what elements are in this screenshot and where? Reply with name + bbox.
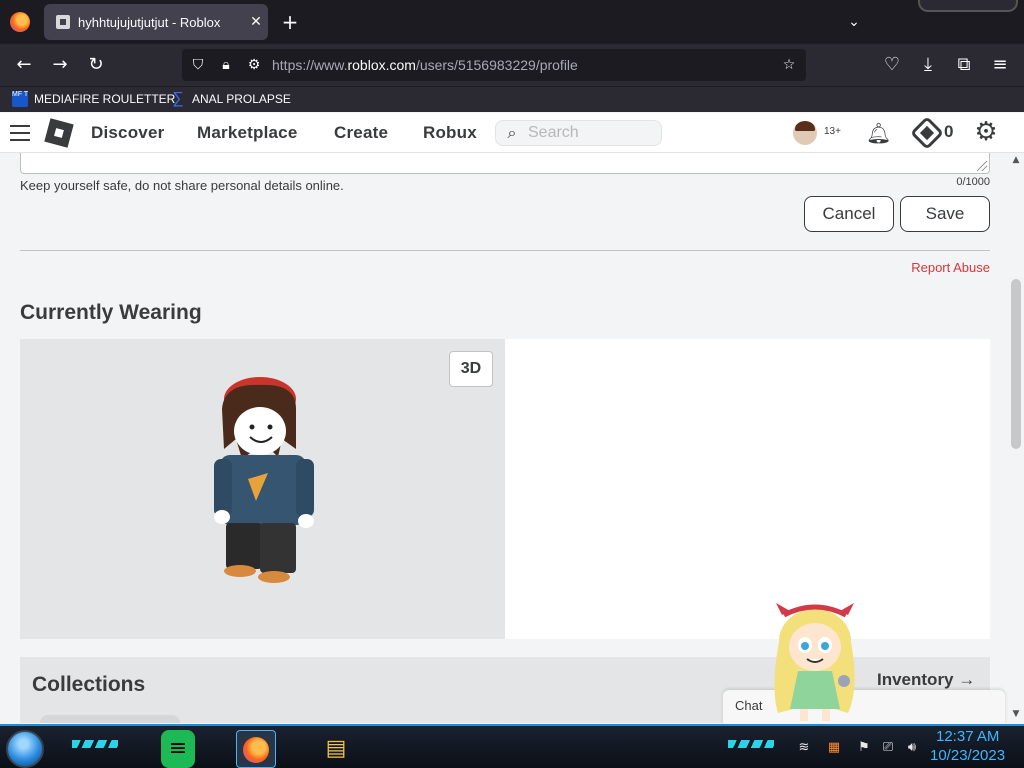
close-tab-icon[interactable]: ✕ xyxy=(244,14,268,30)
save-button[interactable]: Save xyxy=(900,196,990,232)
browser-tab[interactable]: hyhhtujujutjutjut - Roblox ✕ xyxy=(44,4,268,40)
nav-robux[interactable]: Robux xyxy=(423,123,477,143)
bell-icon[interactable]: 🔔︎ xyxy=(866,121,891,145)
star-icon[interactable]: ☆ xyxy=(779,55,799,75)
pocket-icon[interactable]: ♡ xyxy=(879,52,905,78)
download-icon[interactable]: ⤓ xyxy=(915,52,941,78)
search-icon[interactable]: ⌕ xyxy=(502,123,522,143)
new-tab-icon[interactable]: + xyxy=(278,10,302,34)
roblox-favicon-icon xyxy=(56,15,70,29)
browser-nav-bar: ← → ↻ ⛉ 🔒︎ ⚙ https://www.roblox.com/user… xyxy=(0,44,1024,86)
url-text[interactable]: https://www.roblox.com/users/5156983229/… xyxy=(272,57,578,73)
volume-icon[interactable]: 🔊︎ xyxy=(904,740,920,756)
search-box[interactable]: ⌕ xyxy=(495,120,662,146)
file-explorer-icon[interactable]: ▤ xyxy=(316,730,356,768)
toggle-3d-button[interactable]: 3D xyxy=(449,351,493,387)
bookmarks-bar: MF T MEDIAFIRE ROULETTER ∑ ANAL PROLAPSE xyxy=(0,86,1024,112)
report-abuse-link[interactable]: Report Abuse xyxy=(860,260,990,275)
shield-icon[interactable]: ⛉ xyxy=(188,55,208,75)
wearing-items-panel xyxy=(505,339,990,639)
char-counter: 0/1000 xyxy=(956,176,990,188)
page-scrollbar[interactable]: ▲ ▼ xyxy=(1008,153,1024,723)
hamburger-menu-icon[interactable] xyxy=(10,125,30,141)
network-icon[interactable]: ⎚ xyxy=(880,740,896,756)
inventory-link[interactable]: Inventory → xyxy=(877,670,975,690)
start-button[interactable] xyxy=(6,730,44,768)
avatar-preview-panel[interactable]: 3D xyxy=(20,339,505,639)
spotify-icon[interactable]: ≡ xyxy=(161,730,195,768)
window-controls[interactable] xyxy=(918,0,1018,12)
roblox-header: Discover Marketplace Create Robux ⌕ 13+ … xyxy=(0,113,1024,153)
firefox-icon[interactable] xyxy=(10,12,30,32)
scrollbar-thumb[interactable] xyxy=(1011,279,1021,449)
os-taskbar: ≡ ▤ ≋ ▦ ⚑ ⎚ 🔊︎ 12:37 AM 10/23/2023 xyxy=(0,724,1024,768)
scroll-up-icon[interactable]: ▲ xyxy=(1008,155,1024,165)
nav-discover[interactable]: Discover xyxy=(91,123,164,143)
scroll-down-icon[interactable]: ▼ xyxy=(1008,709,1024,719)
bookmark-item[interactable]: MF T MEDIAFIRE ROULETTER xyxy=(12,91,175,107)
search-input[interactable] xyxy=(528,123,656,143)
tray-overflow-icon[interactable]: ≋ xyxy=(796,740,812,756)
chat-label[interactable]: Chat xyxy=(735,698,762,713)
nav-create[interactable]: Create xyxy=(334,123,388,143)
collection-item[interactable] xyxy=(40,715,180,723)
divider xyxy=(20,250,990,251)
clock-time[interactable]: 12:37 AM xyxy=(936,728,999,745)
mediafire-icon: MF T xyxy=(12,91,28,107)
avatar-figure xyxy=(214,377,314,583)
flag-icon[interactable]: ⚑ xyxy=(856,740,872,756)
robux-icon[interactable] xyxy=(910,116,944,150)
forward-arrow-icon[interactable]: → xyxy=(47,52,73,78)
currently-wearing-title: Currently Wearing xyxy=(20,301,202,324)
cancel-button[interactable]: Cancel xyxy=(804,196,894,232)
roblox-logo-icon[interactable] xyxy=(44,118,74,148)
bookmark-label: MEDIAFIRE ROULETTER xyxy=(34,92,176,106)
about-textarea[interactable] xyxy=(20,153,990,174)
back-arrow-icon[interactable]: ← xyxy=(11,52,37,78)
taskbar-decoration xyxy=(72,740,118,748)
permissions-icon[interactable]: ⚙ xyxy=(244,55,264,75)
mascot-cursor-icon xyxy=(774,603,855,721)
reload-icon[interactable]: ↻ xyxy=(83,52,109,78)
nav-marketplace[interactable]: Marketplace xyxy=(197,123,297,143)
gear-icon[interactable]: ⚙ xyxy=(972,118,1000,146)
resize-handle-icon[interactable] xyxy=(977,161,987,171)
bookmark-label: ANAL PROLAPSE xyxy=(192,92,291,106)
clock-date[interactable]: 10/23/2023 xyxy=(930,747,1005,764)
bookmark-item[interactable]: ∑ ANAL PROLAPSE xyxy=(170,91,291,107)
extensions-icon[interactable]: ⧉ xyxy=(951,52,977,78)
url-bar[interactable]: ⛉ 🔒︎ ⚙ https://www.roblox.com/users/5156… xyxy=(182,49,806,81)
age-badge: 13+ xyxy=(824,126,841,137)
lock-icon[interactable]: 🔒︎ xyxy=(216,55,236,75)
collections-title: Collections xyxy=(32,673,146,696)
browser-tab-bar: hyhhtujujutjutjut - Roblox ✕ + ⌄ xyxy=(0,0,1024,44)
bookmark-sigma-icon: ∑ xyxy=(172,90,184,107)
taskbar-decoration xyxy=(728,740,774,748)
chevron-down-icon[interactable]: ⌄ xyxy=(842,10,866,34)
firefox-taskbar-icon[interactable] xyxy=(236,730,276,768)
robux-count[interactable]: 0 xyxy=(944,122,953,142)
tray-app-icon[interactable]: ▦ xyxy=(826,740,842,756)
avatar[interactable] xyxy=(793,121,817,145)
safety-note: Keep yourself safe, do not share persona… xyxy=(20,178,344,193)
tab-title: hyhhtujujutjutjut - Roblox xyxy=(78,14,221,30)
menu-icon[interactable]: ≡ xyxy=(987,52,1013,78)
